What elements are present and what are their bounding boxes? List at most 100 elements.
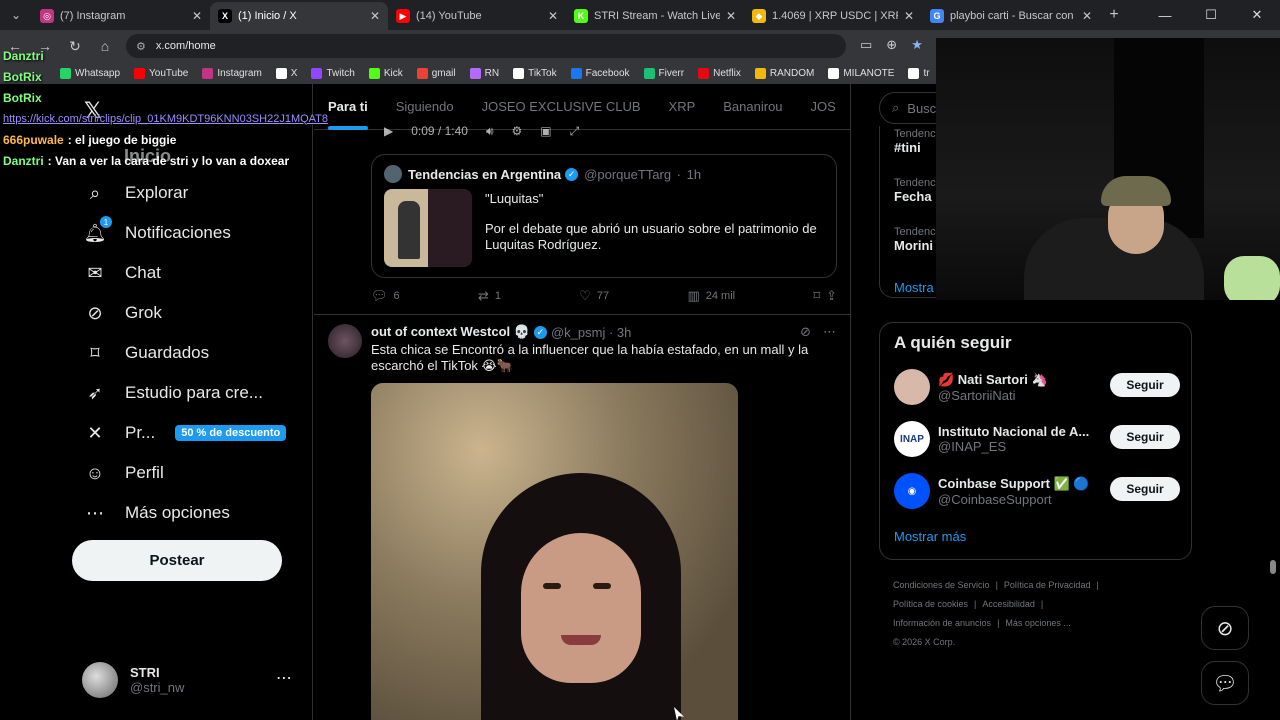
follow-suggestion[interactable]: INAP Instituto Nacional de A... @INAP_ES Se… (894, 419, 1180, 459)
tab-search-icon[interactable]: ⌄ (0, 0, 32, 30)
post-media[interactable] (371, 383, 738, 720)
quoted-post[interactable]: Tendencias en Argentina ✓ @porqueTTarg ·… (371, 154, 837, 278)
post-button[interactable]: Postear (72, 540, 282, 581)
chat-username: Danztri (3, 48, 44, 63)
discount-badge: 50 % de descuento (175, 425, 287, 441)
follow-button[interactable]: Seguir (1110, 373, 1180, 397)
footer-link[interactable]: Política de cookies (893, 599, 968, 609)
close-window-icon[interactable]: ✕ (1234, 0, 1280, 30)
like-button[interactable]: ♡ 77 (579, 288, 609, 304)
feed-tab[interactable]: JOSEO EXCLUSIVE CLUB (468, 84, 655, 130)
feed-tab[interactable]: XRP (655, 84, 710, 130)
bookmark-button[interactable]: ⌑ ⇪ (813, 288, 837, 304)
new-tab-button[interactable]: + (1100, 6, 1128, 24)
trends-show-more[interactable]: Mostra (894, 280, 934, 295)
nav-item[interactable]: 🔔︎ 1 Notificaciones (84, 216, 231, 247)
close-tab-icon[interactable]: ✕ (1082, 9, 1092, 23)
nav-item[interactable]: ➶ Estudio para cre... (84, 379, 263, 407)
more-icon[interactable]: ⋯ (823, 324, 836, 340)
share-icon[interactable]: ⇪ (826, 288, 837, 304)
trend-item[interactable]: Tendenc Morini (894, 226, 936, 253)
browser-tab[interactable]: K STRI Stream - Watch Live on ✕ (566, 2, 744, 30)
pip-icon[interactable]: ▣ (540, 124, 551, 139)
chat-link[interactable]: https://kick.com/stri/clips/clip_01KM9KD… (3, 113, 328, 125)
star-icon[interactable]: ★ (911, 37, 923, 53)
play-icon[interactable]: ▶ (384, 124, 393, 139)
zoom-icon[interactable]: ⊕ (886, 37, 897, 53)
browser-tab[interactable]: Gplayboi carti - Buscar con Go ✕ (922, 2, 1100, 30)
post-author[interactable]: out of context Westcol 💀 (371, 324, 530, 340)
bookmark-item[interactable]: Facebook (570, 67, 630, 79)
trend-item[interactable]: Tendenc #tini (894, 128, 936, 155)
cast-icon[interactable]: ▭ (860, 37, 872, 53)
follow-show-more[interactable]: Mostrar más (894, 529, 966, 544)
bookmark-favicon-icon (513, 67, 525, 79)
footer-link[interactable]: Más opciones ... (1005, 618, 1071, 628)
bookmark-item[interactable]: Fiverr (643, 67, 684, 79)
follow-button[interactable]: Seguir (1110, 477, 1180, 501)
scrollbar[interactable] (1270, 560, 1276, 574)
close-tab-icon[interactable]: ✕ (904, 9, 914, 23)
follow-suggestion[interactable]: ◉ Coinbase Support ✅ 🔵 @CoinbaseSupport Seg… (894, 471, 1180, 511)
footer-link[interactable]: Accesibilidad (982, 599, 1035, 609)
feed-tab[interactable]: Bananirou (709, 84, 796, 130)
close-tab-icon[interactable]: ✕ (726, 9, 736, 23)
footer-link[interactable]: Condiciones de Servicio (893, 580, 990, 590)
minimize-icon[interactable]: — (1142, 0, 1188, 30)
browser-tab[interactable]: ▶ (14) YouTube ✕ (388, 2, 566, 30)
browser-tab[interactable]: ◆ 1.4069 | XRP USDC | XRP to ✕ (744, 2, 922, 30)
bookmark-item[interactable]: Kick (368, 67, 403, 79)
feed-tab[interactable]: Siguiendo (382, 84, 468, 130)
volume-icon[interactable]: 🔊︎ (486, 124, 494, 139)
reply-button[interactable]: 💬︎ 6 (371, 288, 400, 304)
bookmark-item[interactable]: RANDOM (754, 67, 814, 79)
close-tab-icon[interactable]: ✕ (370, 9, 380, 23)
bookmark-item[interactable]: TikTok (513, 67, 557, 79)
quoted-post-header: Tendencias en Argentina ✓ @porqueTTarg ·… (384, 165, 701, 183)
bookmark-item[interactable]: Netflix (698, 67, 741, 79)
avatar[interactable] (328, 324, 362, 358)
feed-tab[interactable]: JOS (797, 84, 850, 130)
nav-item[interactable]: ⊘ Grok (84, 299, 161, 327)
follow-suggestion[interactable]: 💋 Nati Sartori 🦄 @SartoriiNati Seguir (894, 367, 1180, 407)
follow-button[interactable]: Seguir (1110, 425, 1180, 449)
footer-link[interactable]: © 2026 X Corp. (893, 637, 955, 647)
bookmark-item[interactable]: gmail (416, 67, 456, 79)
more-icon[interactable]: ⋯ (276, 668, 292, 688)
bookmark-item[interactable]: tr (908, 67, 930, 79)
footer-link[interactable]: Información de anuncios (893, 618, 991, 628)
trend-name: Morini (894, 238, 933, 253)
fullscreen-icon[interactable]: ⤢ (570, 124, 580, 139)
trend-item[interactable]: Tendenc Fecha (894, 177, 936, 204)
footer-link[interactable]: Política de Privacidad (1004, 580, 1091, 590)
browser-tab[interactable]: ◎ (7) Instagram ✕ (32, 2, 210, 30)
settings-icon[interactable]: ⚙ (512, 124, 523, 139)
footer-separator: | (997, 618, 1000, 628)
nav-item[interactable]: ⌕ Explorar (84, 179, 188, 207)
bookmark-item[interactable]: RN (469, 67, 499, 79)
close-tab-icon[interactable]: ✕ (548, 9, 558, 23)
account-switcher[interactable]: STRI @stri_nw ⋯ (82, 660, 302, 700)
grok-fab-icon[interactable]: ⊘ (1201, 606, 1249, 650)
close-tab-icon[interactable]: ✕ (192, 9, 202, 23)
messages-fab-icon[interactable]: 💬︎ (1201, 661, 1249, 705)
browser-tab[interactable]: X (1) Inicio / X ✕ (210, 2, 388, 30)
trend-category: Tendenc (894, 226, 936, 238)
browser-tab-bar: ⌄ ◎ (7) Instagram ✕ X (1) Inicio / X ✕ ▶ (14) Y… (0, 0, 1280, 30)
nav-item[interactable]: ⋯ Más opciones (84, 499, 230, 527)
x-premium-icon: ✕ (87, 422, 103, 443)
bookmark-item[interactable]: MILANOTE (828, 67, 894, 79)
verified-icon: ✓ (533, 325, 547, 339)
x-icon: X (218, 9, 232, 23)
nav-item[interactable]: ☺ Perfil (84, 459, 164, 487)
trend-name: #tini (894, 140, 921, 155)
nav-item[interactable]: ✕ Pr... 50 % de descuento (84, 419, 287, 447)
chat-message: Danztri: Van a ver la cara de stri y lo … (3, 150, 363, 171)
grok-icon[interactable]: ⊘ (800, 324, 811, 340)
video-time: 0:09 / 1:40 (411, 124, 468, 138)
nav-item[interactable]: ⌑ Guardados (84, 339, 209, 367)
repost-button[interactable]: ⇄ 1 (478, 288, 501, 304)
nav-item[interactable]: ✉ Chat (84, 259, 160, 287)
views-button[interactable]: ▥ 24 mil (687, 288, 735, 304)
maximize-icon[interactable]: ☐ (1188, 0, 1234, 30)
